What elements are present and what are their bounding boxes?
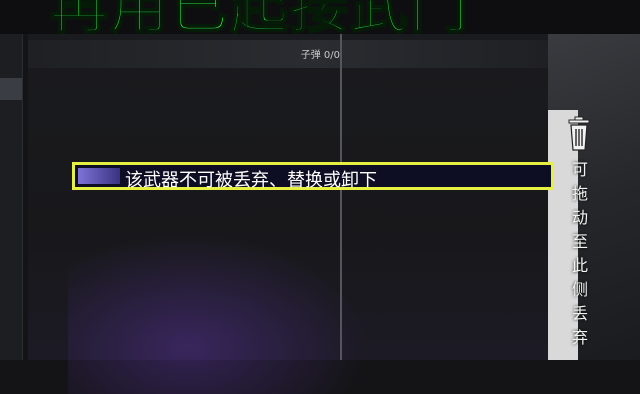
banner-title: 再用已起接武门 xyxy=(49,0,471,34)
weapon-panel[interactable]: 子弹 0/0 xyxy=(28,34,548,394)
trash-icon[interactable] xyxy=(566,116,592,152)
tooltip-accent-bar xyxy=(78,168,120,184)
tooltip-message: 该武器不可被丢弃、替换或卸下 xyxy=(125,170,377,191)
discard-char: 此 xyxy=(571,256,588,275)
discard-char: 拖 xyxy=(571,184,588,203)
discard-char: 侧 xyxy=(571,280,588,299)
discard-char: 至 xyxy=(571,232,588,251)
top-banner: 再用已起接武门 xyxy=(0,0,640,34)
discard-char: 可 xyxy=(571,160,588,179)
panel-divider xyxy=(340,34,342,360)
discard-char: 丢 xyxy=(571,304,588,323)
discard-char: 弃 xyxy=(571,328,588,347)
discard-hint: 可 拖 动 至 此 侧 丢 弃 xyxy=(566,158,594,350)
weapon-glow xyxy=(68,234,368,394)
selected-slot[interactable] xyxy=(0,78,22,100)
ammo-count: 子弹 0/0 xyxy=(300,50,340,61)
weapon-panel-header xyxy=(28,40,548,68)
left-weapon-column xyxy=(0,34,23,360)
warning-tooltip: 该武器不可被丢弃、替换或卸下 xyxy=(72,162,554,191)
discard-char: 动 xyxy=(571,208,588,227)
